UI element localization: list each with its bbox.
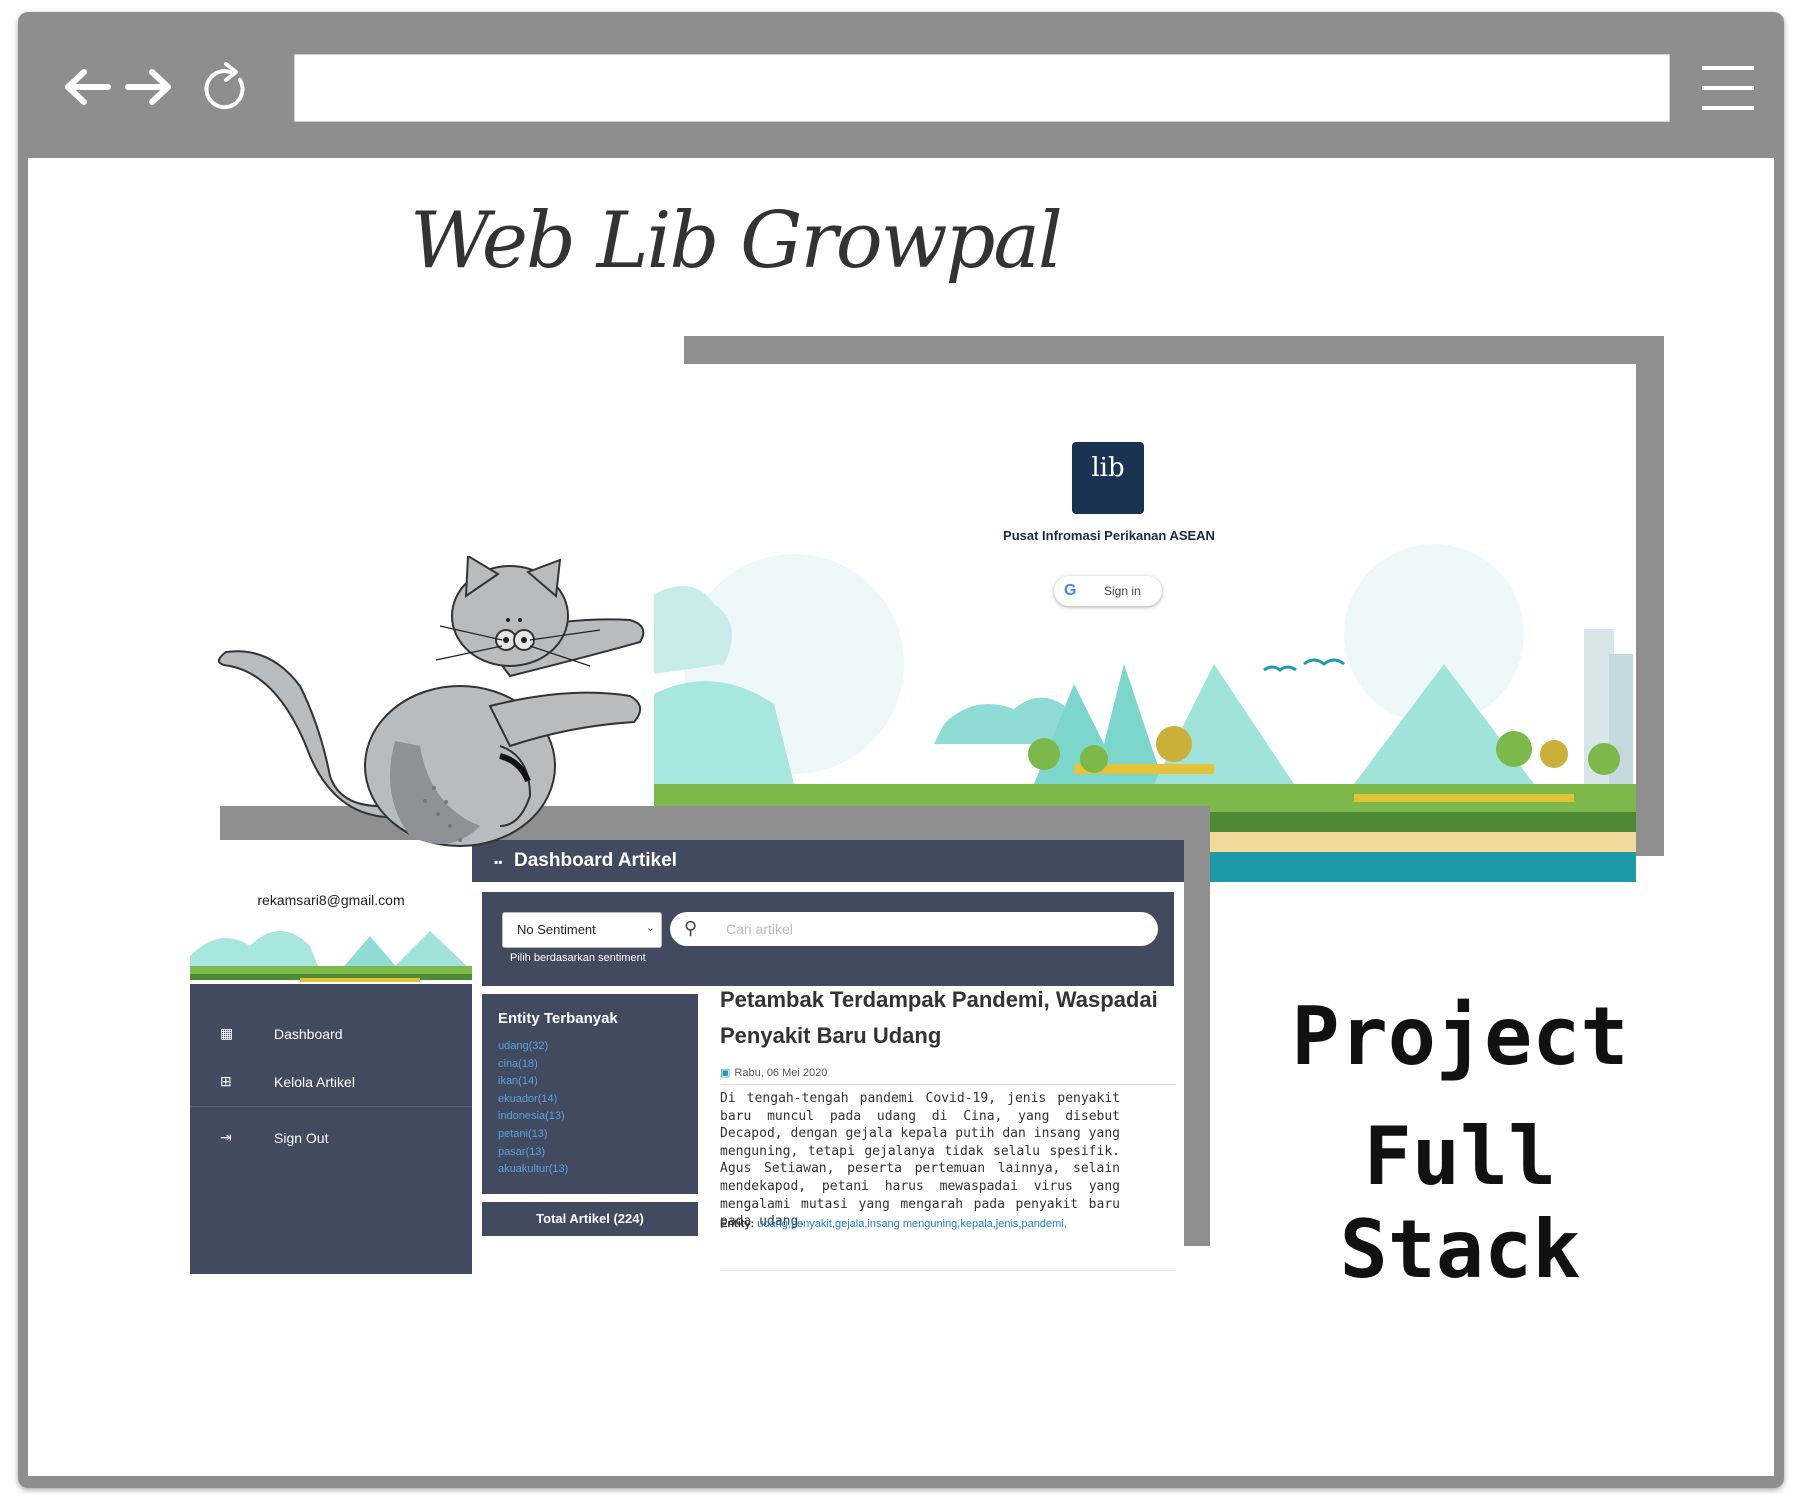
user-email: rekamsari8@gmail.com	[257, 892, 405, 908]
sidebar-item-dashboard[interactable]: ▦ Dashboard	[220, 1020, 460, 1050]
calendar-icon: ▣	[720, 1067, 731, 1079]
total-articles: Total Artikel (224)	[482, 1202, 698, 1236]
sentiment-hint: Pilih berdasarkan sentiment	[510, 952, 646, 964]
sentiment-select[interactable]: No Sentiment ⌄	[502, 912, 662, 948]
chevron-down-icon: ⌄	[645, 922, 655, 934]
entity-link[interactable]: ikan(14)	[498, 1073, 568, 1091]
signin-label: Sign in	[1104, 584, 1141, 598]
article-body: Di tengah-tengah pandemi Covid-19, jenis…	[720, 1091, 1120, 1230]
dashboard-icon: ▦	[220, 1025, 234, 1041]
dashboard-header-icon: ▪▪	[494, 855, 503, 869]
article-divider	[720, 1084, 1176, 1085]
add-article-icon: ⊞	[220, 1073, 232, 1089]
sidebar-divider	[190, 1106, 472, 1107]
hero-title: Web Lib Growpal	[410, 196, 1063, 286]
arrow-right-icon	[125, 69, 171, 105]
forward-button[interactable]	[124, 64, 174, 110]
entity-link[interactable]: pasar(13)	[498, 1144, 568, 1162]
reload-icon	[204, 69, 245, 110]
hamburger-menu-icon[interactable]	[1700, 60, 1756, 116]
project-line-1: Project	[1291, 990, 1629, 1083]
entity-list: udang(32) cina(18) ikan(14) ekuador(14) …	[498, 1038, 568, 1179]
article-bottom-divider	[720, 1270, 1176, 1271]
address-bar[interactable]	[294, 54, 1670, 122]
entity-link[interactable]: indonesia(13)	[498, 1108, 568, 1126]
search-input[interactable]: ⚲ Cari artikel	[670, 912, 1158, 946]
sidebar-landscape	[190, 931, 472, 982]
search-icon: ⚲	[684, 918, 698, 938]
google-icon: G	[1064, 582, 1077, 599]
organization-name: Pusat Infromasi Perikanan ASEAN	[1003, 528, 1215, 543]
filter-bar: No Sentiment ⌄ Pilih berdasarkan sentime…	[482, 892, 1174, 986]
back-button[interactable]	[62, 64, 112, 110]
landscape-illustration	[654, 544, 1636, 882]
entity-link[interactable]: akuakultur(13)	[498, 1161, 568, 1179]
sign-out-icon: ⇥	[220, 1129, 232, 1145]
project-line-2: Full Stack	[1339, 1110, 1581, 1296]
login-screenshot: lib Pusat Infromasi Perikanan ASEAN G Si…	[654, 364, 1636, 882]
google-signin-button[interactable]: G Sign in	[1054, 576, 1162, 606]
article-title[interactable]: Petambak Terdampak Pandemi, Waspadai Pen…	[720, 982, 1176, 1054]
arrow-left-icon	[65, 69, 111, 105]
lib-logo: lib	[1072, 442, 1144, 514]
article-entities: Entity: udang,penyakit,gejala,insang men…	[720, 1218, 1067, 1230]
sidebar-item-kelola-artikel[interactable]: ⊞ Kelola Artikel	[220, 1068, 460, 1098]
entity-link[interactable]: ekuador(14)	[498, 1091, 568, 1109]
cat-illustration	[218, 556, 645, 847]
entity-link[interactable]: cina(18)	[498, 1056, 568, 1074]
reload-button[interactable]	[202, 60, 252, 114]
sidebar-menu: ▦ Dashboard ⊞ Kelola Artikel ⇥ Sign Out	[190, 984, 472, 1274]
article-entity-links[interactable]: udang,penyakit,gejala,insang menguning,k…	[757, 1218, 1066, 1230]
sidebar-item-sign-out[interactable]: ⇥ Sign Out	[220, 1124, 460, 1154]
dashboard-sidebar: rekamsari8@gmail.com ▦ Dashboard ⊞ Kelol…	[190, 840, 472, 1274]
dashboard-main: ▪▪ Dashboard Artikel No Sentiment ⌄ Pili…	[472, 840, 1184, 1274]
search-placeholder: Cari artikel	[726, 921, 793, 937]
entity-link[interactable]: petani(13)	[498, 1126, 568, 1144]
entity-link[interactable]: udang(32)	[498, 1038, 568, 1056]
entity-box: Entity Terbanyak udang(32) cina(18) ikan…	[482, 994, 698, 1194]
article-date: ▣ Rabu, 06 Mei 2020	[720, 1067, 828, 1079]
entity-title: Entity Terbanyak	[498, 1010, 618, 1027]
